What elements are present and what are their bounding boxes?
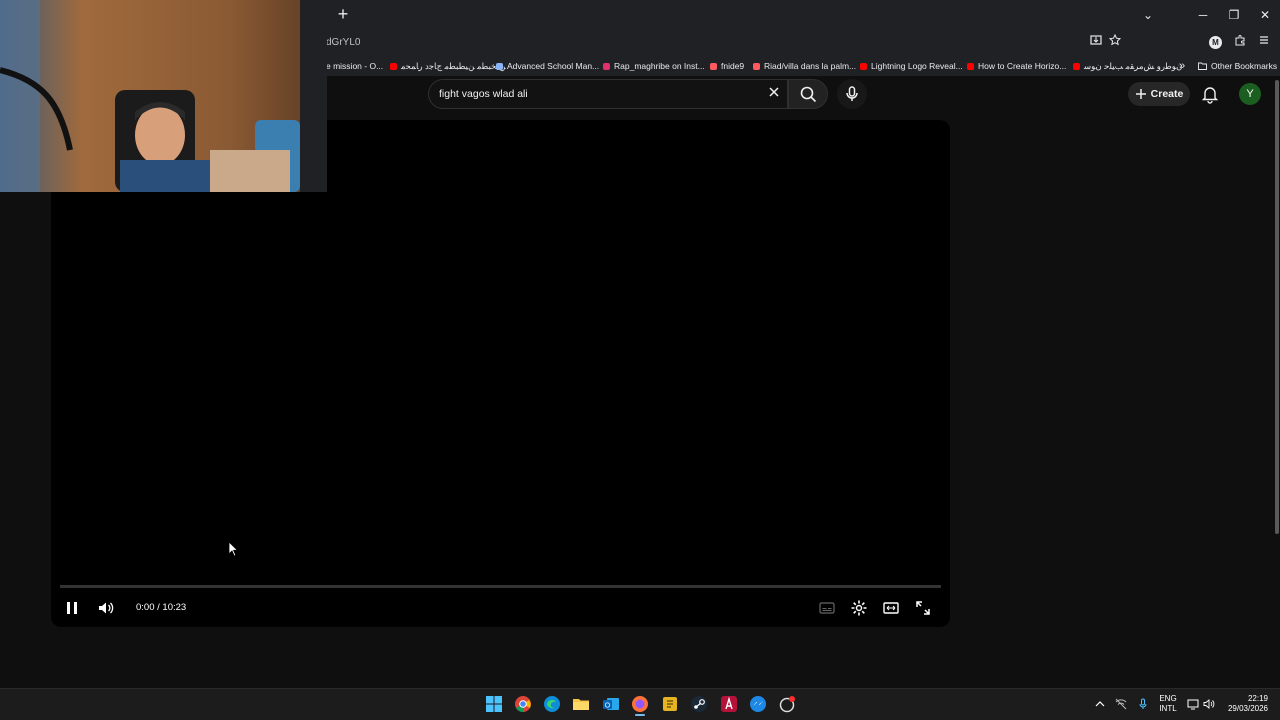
- shield-icon: [496, 62, 503, 70]
- youtube-icon: [1073, 62, 1080, 70]
- volume-button[interactable]: [97, 599, 115, 617]
- youtube-icon: [967, 62, 974, 70]
- sticky-app-icon[interactable]: [661, 695, 679, 713]
- browser-menu-icon[interactable]: [1256, 34, 1272, 50]
- notifications-button[interactable]: [1199, 83, 1221, 105]
- youtube-icon: [390, 62, 397, 70]
- voice-search-button[interactable]: [837, 79, 867, 109]
- steam-icon[interactable]: [690, 695, 708, 713]
- webcam-overlay: [0, 0, 327, 192]
- bookmark-star-icon[interactable]: [1107, 33, 1123, 50]
- bookmark-item[interactable]: How to Create Horizo...: [967, 60, 1066, 72]
- pause-button[interactable]: [63, 599, 81, 617]
- svg-text:O: O: [605, 702, 611, 709]
- active-app-indicator: [635, 714, 645, 716]
- edge-icon[interactable]: [543, 695, 561, 713]
- language-indicator[interactable]: ENG INTL: [1157, 694, 1179, 714]
- webcam-feed-image: [0, 0, 327, 192]
- creative-app-icon[interactable]: [720, 695, 738, 713]
- bell-icon: [1201, 87, 1219, 104]
- new-tab-button[interactable]: +: [334, 5, 352, 23]
- theater-mode-icon: [883, 602, 899, 614]
- messenger-app-icon[interactable]: [749, 695, 767, 713]
- bookmark-item[interactable]: Riad/villa dans la palm...: [753, 60, 856, 72]
- profile-avatar[interactable]: M: [1209, 36, 1222, 49]
- instagram-icon: [603, 62, 610, 70]
- page-scrollbar-thumb[interactable]: [1275, 80, 1279, 534]
- system-clock[interactable]: 22:19 29/03/2026: [1222, 694, 1268, 714]
- fullscreen-icon: [916, 601, 930, 615]
- minimize-button[interactable]: ─: [1193, 6, 1213, 24]
- user-avatar[interactable]: Y: [1239, 83, 1261, 105]
- settings-button[interactable]: [850, 599, 868, 617]
- address-bar-url[interactable]: dGrYL0: [326, 37, 360, 48]
- firefox-icon[interactable]: [631, 695, 649, 713]
- plus-icon: [1135, 89, 1146, 99]
- create-button[interactable]: Create: [1128, 82, 1190, 106]
- bookmark-item[interactable]: Lightning Logo Reveal...: [860, 60, 963, 72]
- mouse-cursor: [228, 541, 239, 562]
- extensions-icon[interactable]: [1232, 34, 1248, 50]
- search-icon: [800, 86, 817, 103]
- install-app-icon[interactable]: [1088, 34, 1104, 50]
- microphone-tray-icon[interactable]: [1137, 698, 1149, 710]
- youtube-icon: [860, 62, 867, 70]
- fullscreen-button[interactable]: [914, 599, 932, 617]
- subtitles-button[interactable]: [818, 599, 836, 617]
- show-hidden-icons-icon[interactable]: [1094, 698, 1106, 710]
- chrome-icon[interactable]: [514, 695, 532, 713]
- other-bookmarks-folder[interactable]: Other Bookmarks: [1198, 60, 1277, 72]
- bookmark-item[interactable]: Advanced School Man...: [496, 60, 599, 72]
- close-icon: [769, 87, 779, 97]
- outlook-icon[interactable]: O: [602, 695, 620, 713]
- airbnb-icon: [753, 62, 760, 70]
- subtitles-icon: [819, 602, 835, 614]
- bookmark-item[interactable]: fnide9: [710, 60, 744, 72]
- close-window-button[interactable]: ✕: [1255, 6, 1275, 24]
- display-icon[interactable]: [1187, 698, 1199, 710]
- microphone-icon: [846, 86, 858, 101]
- cursor-icon: [228, 541, 239, 557]
- bookmark-item[interactable]: Rap_maghribe on Inst...: [603, 60, 705, 72]
- bookmark-item[interactable]: ﻦﯿﺨﺒﻄﻣ ﻦﯿﻄﺒﻄﻣ ﺝﺎﺟﺩ ﺭﺎﻤﺤﻣ: [390, 60, 506, 72]
- search-button[interactable]: [788, 79, 828, 109]
- file-explorer-icon[interactable]: [572, 695, 590, 713]
- recording-app-icon[interactable]: [778, 695, 796, 713]
- airbnb-icon: [710, 62, 717, 70]
- tab-search-button[interactable]: ⌄: [1138, 6, 1158, 24]
- folder-icon: [1198, 62, 1207, 70]
- time-display: 0:00 / 10:23: [136, 602, 187, 613]
- pause-icon: [67, 602, 77, 614]
- progress-bar[interactable]: [60, 585, 941, 588]
- bookmark-item[interactable]: e mission - O...: [326, 60, 383, 72]
- network-icon[interactable]: [1115, 698, 1127, 710]
- more-bookmarks-icon[interactable]: »: [1179, 60, 1185, 72]
- gear-icon: [851, 600, 867, 616]
- speaker-icon[interactable]: [1203, 698, 1215, 710]
- windows-start-icon[interactable]: [485, 695, 503, 713]
- theater-mode-button[interactable]: [882, 599, 900, 617]
- search-query-text: fight vagos wlad ali: [439, 88, 528, 100]
- video-player[interactable]: [51, 120, 950, 627]
- restore-button[interactable]: ❐: [1224, 6, 1244, 24]
- bookmark-item[interactable]: ﻥﻮﻃﺭﻭ ﺶﻣﺮﻘﻣ ﺐﯿﻠﺣ ﻥﻮﺳ: [1073, 60, 1182, 72]
- volume-icon: [99, 602, 114, 614]
- clear-search-button[interactable]: [766, 85, 782, 101]
